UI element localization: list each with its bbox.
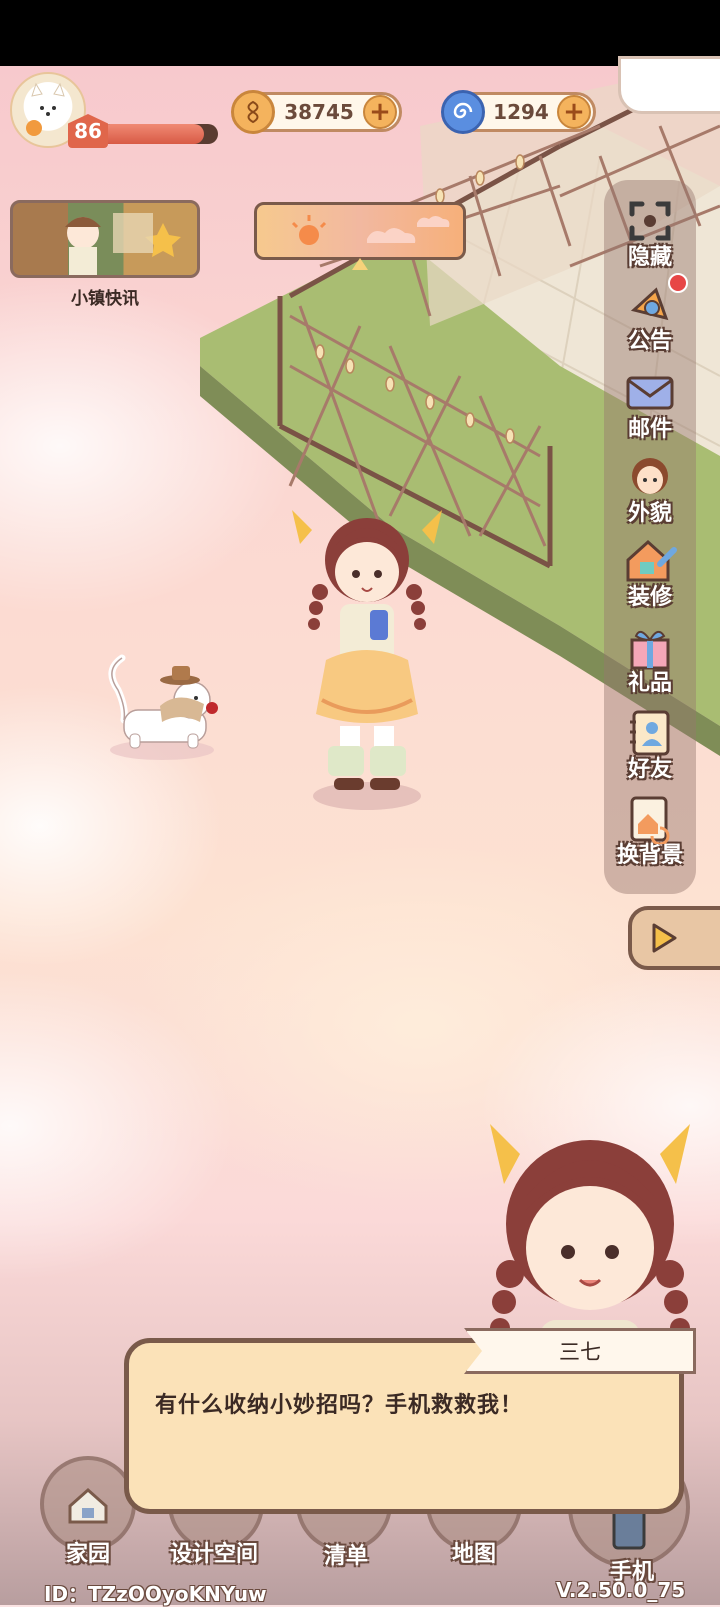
experience-fill xyxy=(100,124,204,144)
add-gems-button[interactable]: + xyxy=(557,95,591,129)
menu-hide[interactable]: 隐藏 xyxy=(604,196,696,270)
menu-notice-label: 公告 xyxy=(627,329,672,354)
speech-bubble-corner xyxy=(618,56,720,114)
menu-change-background-label: 换背景 xyxy=(616,843,683,868)
menu-mail[interactable]: 邮件 xyxy=(604,368,696,442)
town-news-label: 小镇快讯 xyxy=(71,289,139,309)
experience-bar xyxy=(100,124,218,144)
change-background-icon xyxy=(622,794,678,846)
nav-home-label: 家园 xyxy=(66,1542,111,1567)
leaf-coin-icon xyxy=(231,90,275,134)
blue-swirl-icon xyxy=(441,90,485,134)
add-coins-button[interactable]: + xyxy=(363,95,397,129)
decorate-icon xyxy=(622,536,678,586)
gift-icon xyxy=(622,622,678,672)
coin-counter: 38745 + xyxy=(231,90,402,134)
menu-gift-label: 礼品 xyxy=(627,671,672,696)
hide-icon xyxy=(622,196,678,246)
game-version: V.2.50.0_75 xyxy=(556,1578,686,1602)
nav-map-label: 地图 xyxy=(452,1542,497,1567)
notification-dot xyxy=(668,273,688,293)
menu-gift[interactable]: 礼品 xyxy=(604,622,696,696)
gem-counter: 1294 + xyxy=(441,90,596,134)
speaker-name-tag: 三七 xyxy=(464,1328,696,1374)
sunny-weather-icon xyxy=(291,215,450,245)
menu-decorate[interactable]: 装修 xyxy=(604,536,696,610)
mail-icon xyxy=(622,368,678,418)
menu-friends[interactable]: 好友 xyxy=(604,708,696,782)
player-character[interactable] xyxy=(282,500,452,812)
menu-appearance-label: 外貌 xyxy=(627,501,672,526)
friends-icon xyxy=(622,708,678,758)
nav-design-label: 设计空间 xyxy=(170,1542,259,1567)
player-id: ID：TZzOOyoKNYuw xyxy=(44,1582,267,1606)
expand-menu-button[interactable] xyxy=(628,906,720,970)
coin-value: 38745 xyxy=(284,100,354,124)
menu-hide-label: 隐藏 xyxy=(627,245,672,270)
town-news-thumbnail[interactable] xyxy=(10,200,200,278)
appearance-icon xyxy=(622,452,678,502)
menu-appearance[interactable]: 外貌 xyxy=(604,452,696,526)
weather-pointer-arrow xyxy=(352,258,368,270)
menu-change-background[interactable]: 换背景 xyxy=(604,794,696,868)
menu-mail-label: 邮件 xyxy=(627,417,672,442)
menu-decorate-label: 装修 xyxy=(627,585,672,610)
status-bar xyxy=(0,0,720,66)
nav-list-label: 清单 xyxy=(324,1544,369,1569)
cat-pet[interactable] xyxy=(100,650,230,760)
play-arrow-icon xyxy=(652,923,677,953)
dialog-text: 有什么收纳小妙招吗？手机救救我！ xyxy=(155,1393,524,1418)
menu-friends-label: 好友 xyxy=(627,757,672,782)
gem-value: 1294 xyxy=(493,100,549,124)
weather-banner[interactable] xyxy=(254,202,466,260)
